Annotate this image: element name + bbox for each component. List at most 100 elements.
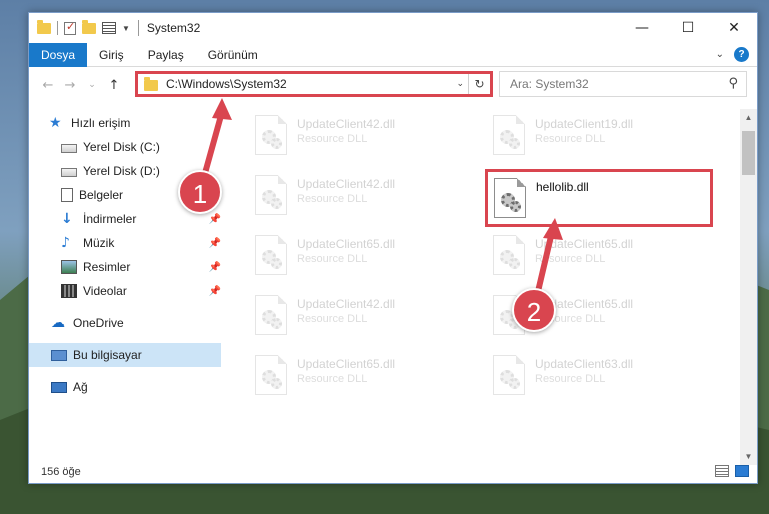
- network-icon: [51, 381, 67, 393]
- file-type: Resource DLL: [535, 133, 606, 145]
- help-icon[interactable]: ?: [734, 47, 749, 62]
- sidebar-item-label: İndirmeler: [83, 212, 137, 226]
- separator: [57, 21, 58, 35]
- sidebar-item-this-pc[interactable]: Bu bilgisayar: [29, 343, 221, 367]
- customize-arrow-icon[interactable]: ▼: [122, 24, 130, 33]
- sidebar-item-disk-c[interactable]: Yerel Disk (C:): [29, 135, 221, 159]
- status-bar: 156 öğe: [29, 461, 757, 483]
- sidebar-item-network[interactable]: Ağ: [29, 375, 221, 399]
- tab-home[interactable]: Giriş: [87, 43, 136, 67]
- videos-icon: [61, 284, 77, 298]
- sidebar-item-label: Resimler: [83, 260, 131, 274]
- address-bar[interactable]: C:\Windows\System32 ⌄ ↻: [135, 71, 493, 97]
- sidebar-item-label: Müzik: [83, 236, 115, 250]
- file-name: hellolib.dll: [536, 180, 589, 194]
- search-icon[interactable]: ⚲: [728, 76, 738, 91]
- file-item[interactable]: UpdateClient42.dll Resource DLL: [249, 289, 469, 339]
- list-icon[interactable]: [102, 22, 116, 34]
- file-type: Resource DLL: [535, 373, 606, 385]
- search-input[interactable]: Ara: System32: [510, 77, 589, 91]
- dll-file-icon: [494, 178, 526, 218]
- navigation-pane: ★ Hızlı erişim Yerel Disk (C:) Yerel Dis…: [29, 109, 221, 459]
- up-button[interactable]: ↑: [103, 74, 125, 96]
- dll-file-icon: [493, 115, 525, 155]
- recent-locations-icon[interactable]: ⌄: [81, 74, 103, 96]
- address-path[interactable]: C:\Windows\System32: [166, 77, 287, 91]
- sidebar-item-videos[interactable]: Videolar 📌: [29, 279, 221, 303]
- minimize-button[interactable]: —: [619, 13, 665, 43]
- sidebar-item-pictures[interactable]: Resimler 📌: [29, 255, 221, 279]
- pin-icon[interactable]: 📌: [209, 238, 221, 249]
- back-button[interactable]: ←: [37, 74, 59, 96]
- file-item[interactable]: UpdateClient65.dll Resource DLL: [249, 229, 469, 279]
- folder-icon: [37, 19, 51, 34]
- refresh-icon[interactable]: ↻: [468, 74, 490, 94]
- file-list: UpdateClient42.dll Resource DLL UpdateCl…: [229, 105, 739, 463]
- sidebar-item-label: Ağ: [73, 380, 88, 394]
- new-folder-icon[interactable]: [82, 19, 96, 34]
- expand-ribbon-chevron-icon[interactable]: ⌄: [716, 49, 724, 60]
- explorer-window: ▼ System32 — ☐ ✕ Dosya Giriş Paylaş Görü…: [28, 12, 758, 484]
- music-icon: ♪: [61, 235, 70, 251]
- tab-view[interactable]: Görünüm: [196, 43, 270, 67]
- file-item[interactable]: UpdateClient42.dll Resource DLL: [249, 109, 469, 159]
- window-title: System32: [146, 21, 201, 35]
- cloud-icon: ☁: [51, 315, 65, 331]
- sidebar-item-onedrive[interactable]: ☁ OneDrive: [29, 311, 221, 335]
- details-view-icon[interactable]: [715, 465, 729, 477]
- folder-icon: [144, 77, 158, 91]
- file-item[interactable]: UpdateClient65.dll Resource DLL: [487, 229, 707, 279]
- file-type: Resource DLL: [297, 193, 368, 205]
- navigation-bar: ← → ⌄ ↑ C:\Windows\System32 ⌄ ↻ Ara: Sys…: [29, 71, 757, 99]
- scroll-thumb[interactable]: [742, 131, 755, 175]
- separator: [137, 20, 139, 36]
- address-dropdown-icon[interactable]: ⌄: [456, 78, 464, 89]
- vertical-scrollbar[interactable]: ▲ ▼: [740, 109, 757, 465]
- file-item[interactable]: UpdateClient19.dll Resource DLL: [487, 109, 707, 159]
- downloads-icon: ↓: [61, 211, 73, 227]
- file-item-hellolib[interactable]: hellolib.dll: [485, 169, 713, 227]
- forward-button[interactable]: →: [59, 74, 81, 96]
- file-name: UpdateClient65.dll: [297, 237, 396, 251]
- file-name: UpdateClient65.dll: [535, 237, 634, 251]
- star-icon: ★: [49, 115, 62, 131]
- properties-check-icon[interactable]: [64, 20, 76, 35]
- file-name: UpdateClient42.dll: [297, 297, 396, 311]
- view-switcher: [715, 465, 749, 477]
- sidebar-item-music[interactable]: ♪ Müzik 📌: [29, 231, 221, 255]
- sidebar-item-label: Belgeler: [79, 188, 124, 202]
- large-icons-view-icon[interactable]: [735, 465, 749, 477]
- sidebar-item-quick-access[interactable]: ★ Hızlı erişim: [29, 111, 221, 135]
- dll-file-icon: [255, 355, 287, 395]
- ribbon-tabs: Dosya Giriş Paylaş Görünüm ⌄ ?: [29, 42, 757, 67]
- maximize-button[interactable]: ☐: [665, 13, 711, 43]
- quick-access-toolbar: ▼: [37, 19, 130, 35]
- sidebar-item-label: OneDrive: [73, 316, 124, 330]
- file-type: Resource DLL: [297, 313, 368, 325]
- tab-file[interactable]: Dosya: [29, 42, 88, 67]
- step-2-badge: 2: [512, 288, 556, 332]
- file-type: Resource DLL: [297, 373, 368, 385]
- dll-file-icon: [255, 235, 287, 275]
- pictures-icon: [61, 260, 77, 274]
- dll-file-icon: [255, 295, 287, 335]
- sidebar-item-label: Yerel Disk (D:): [83, 164, 160, 178]
- file-item[interactable]: UpdateClient65.dll Resource DLL: [249, 349, 469, 399]
- close-button[interactable]: ✕: [711, 13, 757, 43]
- step-1-badge: 1: [178, 170, 222, 214]
- dll-file-icon: [255, 175, 287, 215]
- pin-icon[interactable]: 📌: [209, 214, 221, 225]
- file-name: UpdateClient19.dll: [535, 117, 634, 131]
- scroll-up-icon[interactable]: ▲: [740, 109, 757, 126]
- pin-icon[interactable]: 📌: [209, 262, 221, 273]
- file-item[interactable]: UpdateClient42.dll Resource DLL: [249, 169, 469, 219]
- search-box[interactable]: Ara: System32 ⚲: [499, 71, 747, 97]
- pin-icon[interactable]: 📌: [209, 286, 221, 297]
- file-item[interactable]: UpdateClient63.dll Resource DLL: [487, 349, 707, 399]
- file-type: Resource DLL: [297, 133, 368, 145]
- sidebar-item-label: Bu bilgisayar: [73, 348, 142, 362]
- file-name: UpdateClient42.dll: [297, 117, 396, 131]
- sidebar-item-label: Hızlı erişim: [71, 116, 131, 130]
- tab-share[interactable]: Paylaş: [136, 43, 196, 67]
- file-name: UpdateClient65.dll: [297, 357, 396, 371]
